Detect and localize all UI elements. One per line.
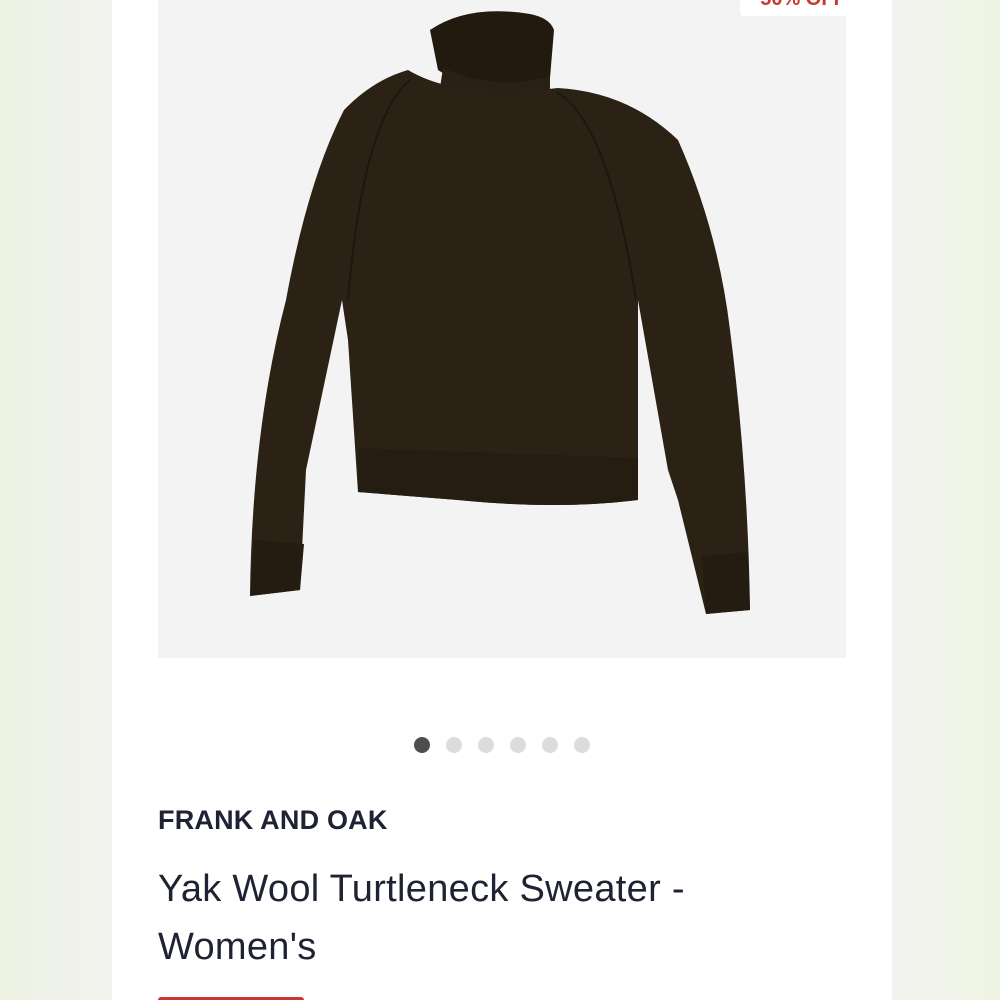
brand-name[interactable]: FRANK AND OAK [158, 805, 388, 836]
product-title-line: Women's [158, 926, 317, 968]
discount-badge: 50% OFF [740, 0, 846, 16]
pagination-dot[interactable] [414, 737, 430, 753]
pagination-dot[interactable] [542, 737, 558, 753]
pagination-dot[interactable] [510, 737, 526, 753]
background-right [888, 0, 1000, 1000]
product-title-line: Yak Wool Turtleneck Sweater - [158, 868, 685, 910]
background-left [0, 0, 112, 1000]
product-card: 50% OFF FRANK AND OAK Yak Wool Turtlenec… [112, 0, 892, 1000]
sweater-illustration [250, 11, 750, 614]
product-image[interactable]: 50% OFF [158, 0, 846, 658]
gallery-pagination [112, 737, 892, 753]
pagination-dot[interactable] [446, 737, 462, 753]
pagination-dot[interactable] [478, 737, 494, 753]
product-title: Yak Wool Turtleneck Sweater - Women's [158, 860, 798, 976]
pagination-dot[interactable] [574, 737, 590, 753]
